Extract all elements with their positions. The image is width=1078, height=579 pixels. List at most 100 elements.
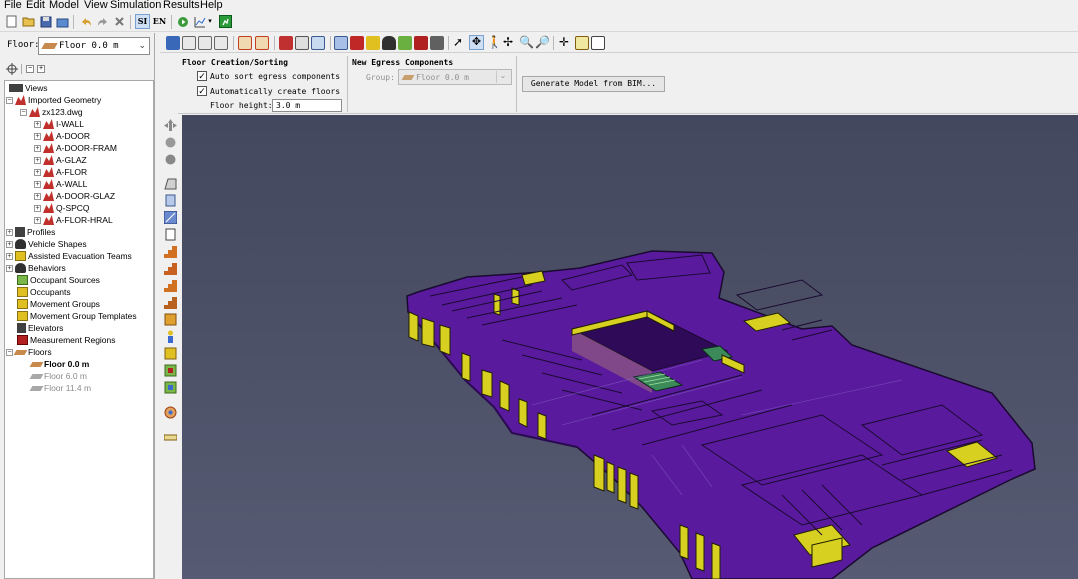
tree-item-layer[interactable]: + I-WALL — [34, 118, 84, 130]
tree-item-imported-geometry[interactable]: − Imported Geometry — [6, 94, 101, 106]
tree-item-layer[interactable]: + A-DOOR-GLAZ — [34, 190, 115, 202]
region-tool-icon[interactable] — [414, 36, 428, 50]
select-arrow-icon[interactable]: ➚ — [453, 35, 463, 49]
tree-item-floor-6[interactable]: Floor 6.0 m — [29, 370, 87, 382]
tree-item-elevators[interactable]: Elevators — [17, 322, 63, 334]
stair-tool-icon[interactable] — [430, 36, 444, 50]
measure-tool-icon[interactable] — [163, 431, 178, 444]
tree-item-movement-groups[interactable]: Movement Groups — [17, 298, 100, 310]
navigation-view-icon[interactable] — [166, 36, 180, 50]
expand-icon[interactable]: + — [34, 120, 41, 128]
menu-results[interactable]: Results — [163, 0, 200, 12]
tree-item-measurement-regions[interactable]: Measurement Regions — [17, 334, 116, 346]
move-tool-icon[interactable] — [164, 119, 177, 132]
expand-icon[interactable]: + — [6, 228, 13, 236]
view-3d-icon[interactable] — [182, 36, 196, 50]
tree-item-layer[interactable]: + A-FLOR — [34, 166, 87, 178]
collapse-icon[interactable]: − — [6, 348, 13, 356]
render-textures-icon[interactable] — [311, 36, 325, 50]
collapse-icon[interactable]: − — [6, 96, 13, 104]
occupant-add-icon[interactable] — [164, 330, 177, 343]
floor-height-input[interactable]: 3.0 m — [272, 99, 342, 112]
tree-item-file[interactable]: − zx123.dwg — [20, 106, 83, 118]
tree-item-views[interactable]: Views — [9, 82, 48, 94]
tree-item-layer[interactable]: + A-FLOR-HRAL — [34, 214, 113, 226]
crosshair-icon[interactable]: ✛ — [559, 35, 569, 49]
stair-tool-icon[interactable] — [164, 245, 177, 258]
import-icon[interactable] — [55, 14, 70, 29]
3d-viewport[interactable] — [182, 115, 1078, 579]
save-icon[interactable] — [38, 14, 53, 29]
expand-icon[interactable]: + — [34, 168, 41, 176]
zoom-icon[interactable]: 🔍 — [519, 35, 534, 49]
view-2d-icon[interactable] — [198, 36, 212, 50]
tree-item-layer[interactable]: + A-DOOR-FRAM — [34, 142, 117, 154]
occupant-tool-icon[interactable] — [366, 36, 380, 50]
tree-item-layer[interactable]: + A-GLAZ — [34, 154, 87, 166]
new-file-icon[interactable] — [4, 14, 19, 29]
units-si-button[interactable]: SI — [135, 14, 150, 29]
menu-help[interactable]: Help — [200, 0, 223, 12]
tree-item-occupant-sources[interactable]: Occupant Sources — [17, 274, 100, 286]
ramp-tool-icon[interactable] — [164, 262, 177, 275]
escalator-tool-icon[interactable] — [164, 279, 177, 292]
walk-icon[interactable]: 🚶 — [487, 35, 502, 49]
expand-icon[interactable]: + — [34, 156, 41, 164]
tree-item-profiles[interactable]: + Profiles — [6, 226, 55, 238]
auto-sort-checkbox[interactable]: ✓ — [197, 71, 207, 81]
source-add-icon[interactable] — [164, 364, 177, 377]
render-mode-icon[interactable] — [295, 36, 309, 50]
open-folder-icon[interactable] — [21, 14, 36, 29]
zoom-box-icon[interactable]: 🔎 — [535, 35, 550, 49]
pan-icon[interactable]: ✢ — [503, 35, 513, 49]
view-floor-icon[interactable] — [214, 36, 228, 50]
wall-view-icon[interactable] — [238, 36, 252, 50]
generate-model-button[interactable]: Generate Model from BIM... — [522, 76, 665, 92]
tree-item-layer[interactable]: + Q-SPCQ — [34, 202, 90, 214]
menu-file[interactable]: File — [4, 0, 22, 12]
tree-item-occupants[interactable]: Occupants — [17, 286, 71, 298]
import-geometry-icon[interactable] — [350, 36, 364, 50]
redo-icon[interactable] — [95, 14, 110, 29]
menu-view[interactable]: View — [84, 0, 108, 12]
delete-icon[interactable] — [112, 14, 127, 29]
fit-view-icon[interactable] — [591, 36, 605, 50]
region-add-icon[interactable] — [164, 381, 177, 394]
undo-icon[interactable] — [78, 14, 93, 29]
target-add-icon[interactable] — [164, 406, 177, 419]
walkway-tool-icon[interactable] — [164, 296, 177, 309]
units-en-button[interactable]: EN — [152, 14, 167, 29]
occupant-group-icon[interactable] — [164, 347, 177, 360]
target-icon[interactable] — [6, 63, 18, 78]
tree-item-behaviors[interactable]: + Behaviors — [6, 262, 66, 274]
geometry-tool-icon[interactable] — [334, 36, 348, 50]
results-chart-icon[interactable] — [192, 14, 207, 29]
expand-icon[interactable]: + — [6, 252, 13, 260]
tree-item-movement-group-templates[interactable]: Movement Group Templates — [17, 310, 137, 322]
grid-icon[interactable] — [575, 36, 589, 50]
tree-item-floor-0[interactable]: Floor 0.0 m — [29, 358, 89, 370]
expand-icon[interactable]: + — [34, 180, 41, 188]
door-tool-icon[interactable] — [164, 228, 177, 241]
collapse-icon[interactable]: − — [20, 108, 27, 116]
tree-item-vehicle-shapes[interactable]: + Vehicle Shapes — [6, 238, 87, 250]
run-simulation-icon[interactable] — [175, 14, 190, 29]
wall-tool-icon[interactable] — [163, 210, 178, 225]
exit-sign-icon[interactable] — [218, 14, 233, 29]
menu-simulation[interactable]: Simulation — [110, 0, 161, 12]
expand-icon[interactable]: + — [34, 132, 41, 140]
tree-item-layer[interactable]: + A-WALL — [34, 178, 87, 190]
expand-icon[interactable]: + — [34, 204, 41, 212]
tree-item-floors[interactable]: − Floors — [6, 346, 52, 358]
group-dropdown[interactable]: Floor 0.0 m ⌄ — [398, 69, 512, 85]
expand-all-icon[interactable]: + — [37, 65, 45, 73]
menu-edit[interactable]: Edit — [26, 0, 45, 12]
expand-icon[interactable]: + — [6, 240, 13, 248]
expand-icon[interactable]: + — [34, 192, 41, 200]
source-tool-icon[interactable] — [398, 36, 412, 50]
behavior-tool-icon[interactable] — [382, 36, 396, 50]
orbit-icon[interactable]: ✥ — [469, 35, 484, 50]
collapse-all-icon[interactable]: − — [26, 65, 34, 73]
tree-item-floor-11[interactable]: Floor 11.4 m — [29, 382, 91, 394]
expand-icon[interactable]: + — [34, 216, 41, 224]
